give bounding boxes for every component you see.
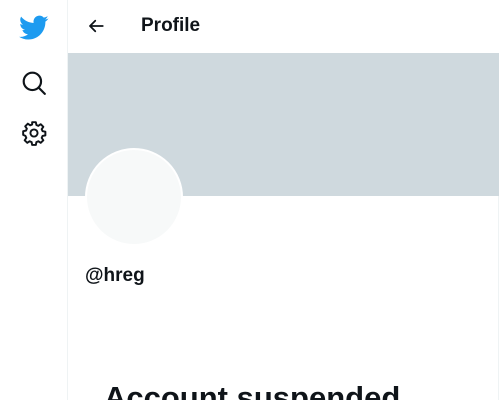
left-nav	[0, 0, 68, 400]
profile-column: Profile @hreg Account suspended	[68, 0, 499, 400]
home-logo-link[interactable]	[14, 8, 54, 48]
avatar	[85, 148, 183, 246]
search-icon	[22, 71, 46, 95]
suspended-notice-title: Account suspended	[104, 380, 401, 400]
gear-icon	[22, 121, 47, 146]
explore-button[interactable]	[14, 63, 54, 103]
profile-header: Profile	[68, 0, 499, 53]
app-root: Profile @hreg Account suspended	[0, 0, 500, 400]
bird-logo-icon	[19, 15, 49, 40]
page-title: Profile	[141, 15, 201, 36]
profile-handle: @hreg	[85, 265, 145, 286]
settings-button[interactable]	[14, 113, 54, 153]
arrow-left-icon	[89, 19, 104, 33]
back-button[interactable]	[79, 9, 113, 43]
